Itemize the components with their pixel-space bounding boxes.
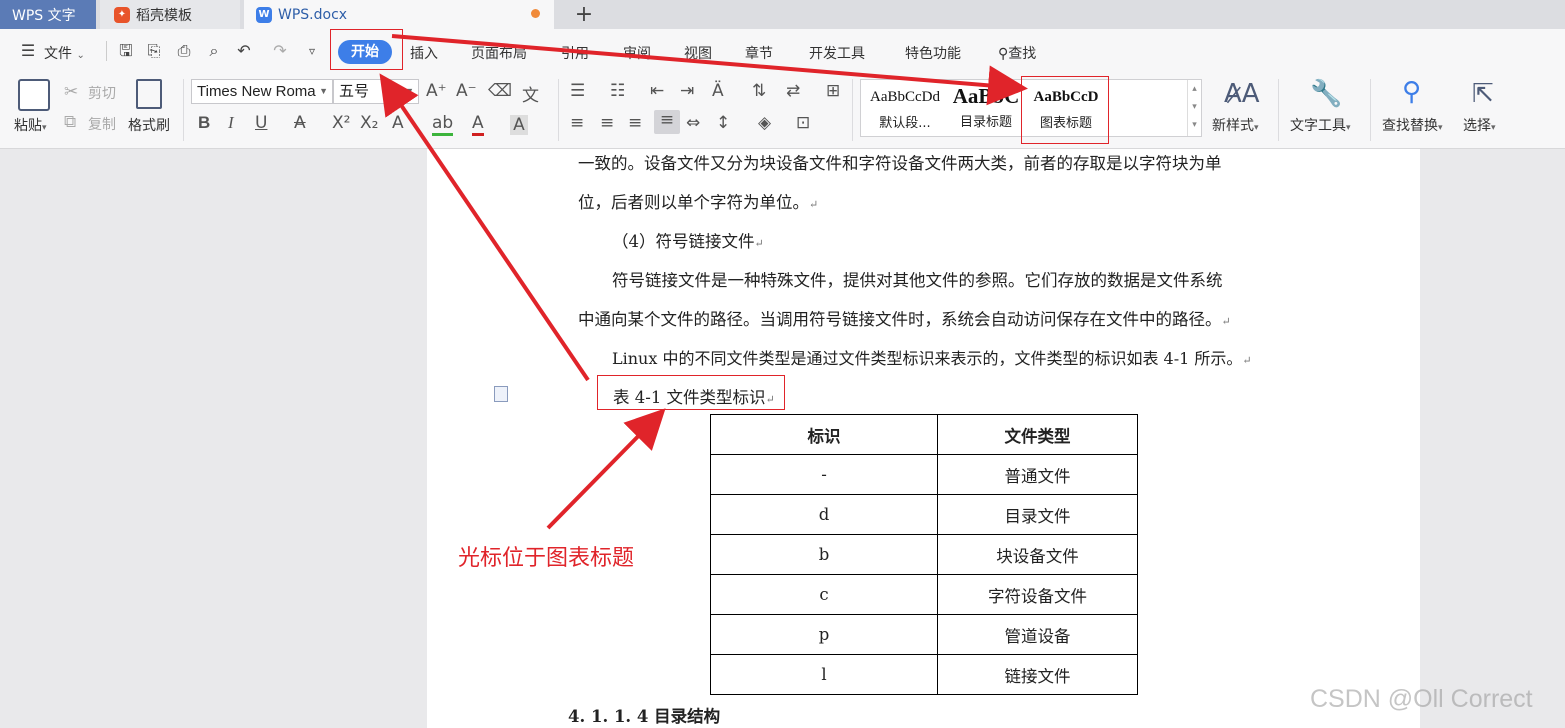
arrow-to-start-tab — [379, 73, 590, 382]
watermark: CSDN @Oll Correct — [1310, 685, 1533, 713]
arrow-to-caption-style — [391, 34, 1028, 106]
annotation-text: 光标位于图表标题 — [458, 546, 635, 571]
annotation-arrows — [379, 34, 1028, 530]
arrow-to-caption — [546, 408, 666, 530]
